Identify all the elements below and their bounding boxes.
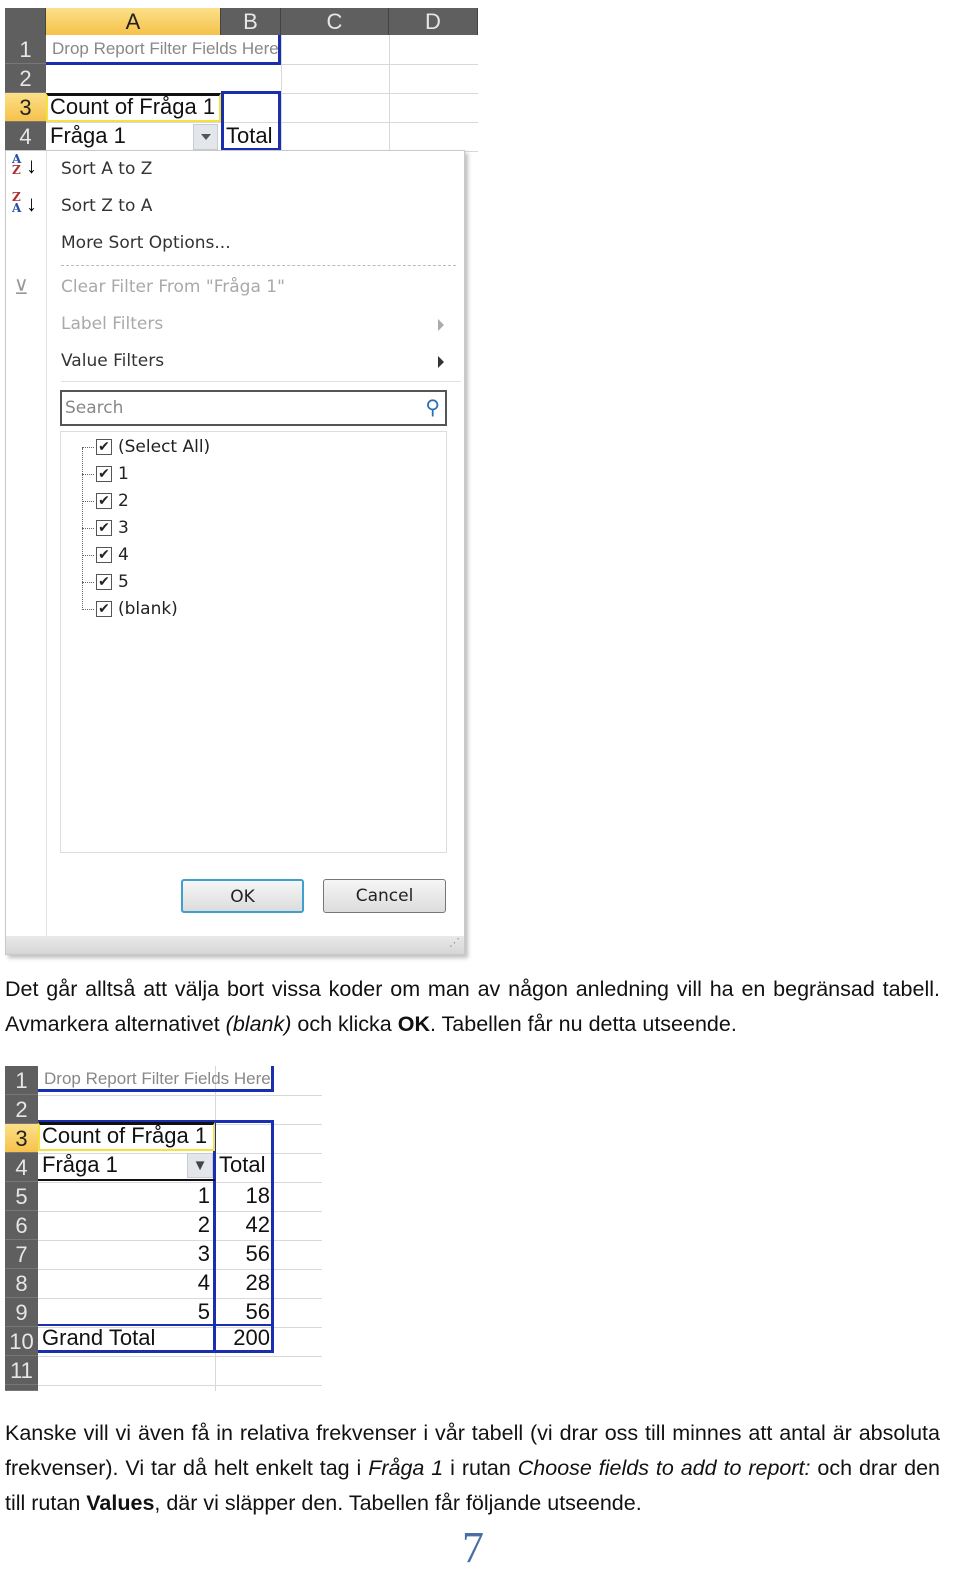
- list-item[interactable]: ✔ 2: [96, 490, 129, 512]
- values-header-cell[interactable]: Count of Fråga 1: [42, 1122, 207, 1150]
- filter-dropdown-button[interactable]: [193, 124, 218, 150]
- list-item[interactable]: ✔ 1: [96, 463, 129, 485]
- row-header-partial: [5, 1385, 38, 1391]
- checkbox-checked-icon[interactable]: ✔: [96, 493, 112, 509]
- menu-item-more-sort-options[interactable]: More Sort Options...: [61, 233, 231, 253]
- page-number: 7: [462, 1523, 484, 1572]
- total-value-cell[interactable]: 28: [216, 1269, 270, 1297]
- list-item[interactable]: ✔ 4: [96, 544, 129, 566]
- row-label-cell[interactable]: 4: [38, 1269, 210, 1297]
- row-header-1[interactable]: 1: [5, 1066, 38, 1095]
- total-header-cell[interactable]: Total: [219, 1151, 265, 1179]
- total-value-cell[interactable]: 18: [216, 1182, 270, 1210]
- row-header-10[interactable]: 10: [5, 1327, 38, 1356]
- search-icon[interactable]: ⚲: [425, 395, 440, 420]
- filter-dropdown-menu: AZ ↓ Sort A to Z ZA ↓ Sort Z to A More S…: [5, 150, 465, 955]
- row-header-2[interactable]: 2: [5, 1095, 38, 1124]
- row-header-4[interactable]: 4: [5, 122, 46, 151]
- filter-applied-button[interactable]: ▼: [187, 1153, 213, 1178]
- search-placeholder: Search: [65, 398, 124, 418]
- column-header-c[interactable]: C: [281, 8, 389, 35]
- row-header-11[interactable]: 11: [5, 1356, 38, 1385]
- resize-grip-icon[interactable]: ⋰: [449, 936, 460, 949]
- values-header-cell[interactable]: Count of Fråga 1: [50, 93, 215, 121]
- list-item-select-all[interactable]: ✔ (Select All): [96, 436, 210, 458]
- checkbox-checked-icon[interactable]: ✔: [96, 466, 112, 482]
- search-input[interactable]: Search ⚲: [60, 390, 447, 426]
- checkbox-checked-icon[interactable]: ✔: [96, 520, 112, 536]
- column-header-a[interactable]: A: [46, 8, 221, 35]
- menu-item-value-filters[interactable]: Value Filters: [61, 351, 164, 371]
- cancel-button[interactable]: Cancel: [323, 879, 446, 913]
- paragraph-2: Kanske vill vi även få in relativa frekv…: [5, 1421, 940, 1515]
- chevron-down-icon: [200, 134, 211, 140]
- grand-total-label[interactable]: Grand Total: [42, 1324, 155, 1352]
- total-value-cell[interactable]: 56: [216, 1240, 270, 1268]
- menu-item-sort-a-z[interactable]: Sort A to Z: [61, 159, 152, 179]
- row-header-3[interactable]: 3: [5, 1124, 38, 1153]
- row-header-8[interactable]: 8: [5, 1269, 38, 1298]
- total-value-cell[interactable]: 56: [216, 1298, 270, 1326]
- clear-filter-icon: ⊻: [14, 277, 29, 299]
- checkbox-checked-icon[interactable]: ✔: [96, 601, 112, 617]
- grand-total-value[interactable]: 200: [216, 1324, 270, 1352]
- row-header-2[interactable]: 2: [5, 64, 46, 93]
- resize-grip[interactable]: ⋰: [6, 936, 464, 954]
- menu-item-label-filters: Label Filters: [61, 314, 164, 334]
- row-label-cell[interactable]: 5: [38, 1298, 210, 1326]
- row-header-4[interactable]: 4: [5, 1153, 38, 1182]
- sort-z-a-icon: ZA: [12, 190, 22, 215]
- list-item[interactable]: ✔ 3: [96, 517, 129, 539]
- filter-icon: ▼: [192, 1157, 208, 1174]
- row-header-7[interactable]: 7: [5, 1240, 38, 1269]
- menu-item-clear-filter: Clear Filter From "Fråga 1": [61, 277, 285, 297]
- total-value-cell[interactable]: 42: [216, 1211, 270, 1239]
- list-item[interactable]: ✔ 5: [96, 571, 129, 593]
- row-header-6[interactable]: 6: [5, 1211, 38, 1240]
- row-header-1[interactable]: 1: [5, 35, 46, 64]
- report-filter-placeholder: Drop Report Filter Fields Here: [52, 39, 279, 58]
- list-item-blank[interactable]: ✔ (blank): [96, 598, 178, 620]
- column-header-b[interactable]: B: [221, 8, 281, 35]
- excel-screenshot-pivot-table: 1 2 3 4 5 6 7 8 9 10 11 Drop Report Filter Fields …: [5, 1066, 322, 1391]
- report-filter-placeholder: Drop Report Filter Fields Here: [44, 1069, 271, 1088]
- row-label-cell[interactable]: 3: [38, 1240, 210, 1268]
- checkbox-checked-icon[interactable]: ✔: [96, 439, 112, 455]
- column-header-d[interactable]: D: [389, 8, 478, 35]
- checkbox-checked-icon[interactable]: ✔: [96, 547, 112, 563]
- ok-button[interactable]: OK: [181, 879, 304, 913]
- row-header-3[interactable]: 3: [5, 93, 46, 122]
- paragraph-1: Det går alltså att välja bort vissa kode…: [5, 977, 940, 1036]
- row-field-cell[interactable]: Fråga 1: [50, 122, 126, 150]
- menu-item-sort-z-a[interactable]: Sort Z to A: [61, 196, 152, 216]
- total-header-cell[interactable]: Total: [226, 122, 272, 150]
- submenu-arrow-icon: [438, 356, 444, 368]
- row-label-cell[interactable]: 2: [38, 1211, 210, 1239]
- submenu-arrow-icon: [438, 319, 444, 331]
- row-field-cell[interactable]: Fråga 1: [42, 1151, 118, 1179]
- select-all-corner[interactable]: [5, 8, 46, 35]
- row-header-5[interactable]: 5: [5, 1182, 38, 1211]
- row-header-9[interactable]: 9: [5, 1298, 38, 1327]
- sort-a-z-icon: AZ: [12, 152, 22, 177]
- row-label-cell[interactable]: 1: [38, 1182, 210, 1210]
- checkbox-checked-icon[interactable]: ✔: [96, 574, 112, 590]
